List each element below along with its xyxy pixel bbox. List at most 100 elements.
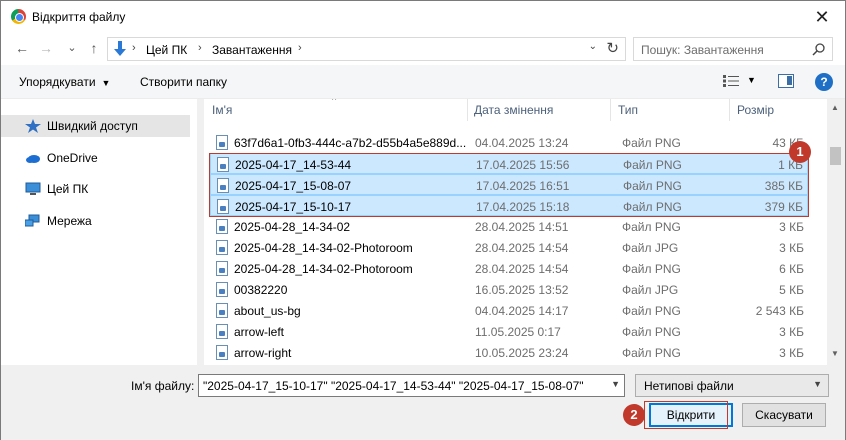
cloud-icon [26, 155, 40, 163]
open-button-highlight-outline [644, 401, 728, 429]
column-divider[interactable] [467, 99, 468, 121]
file-row[interactable]: 2025-04-28_14-34-02-Photoroom 28.04.2025… [210, 237, 808, 258]
download-arrow-icon [114, 41, 126, 56]
nav-item-label: Мережа [47, 214, 92, 228]
breadcrumb-this-pc[interactable]: Цей ПК [146, 43, 187, 57]
file-size: 3 КБ [779, 325, 804, 339]
nav-item-quick-access[interactable]: Швидкий доступ [1, 115, 190, 137]
file-name: 00382220 [234, 283, 288, 297]
scrollbar-thumb[interactable] [830, 147, 841, 165]
refresh-icon[interactable]: ↻ [606, 39, 619, 57]
file-size: 3 КБ [779, 220, 804, 234]
forward-button[interactable]: → [37, 39, 55, 57]
filename-value: "2025-04-17_15-10-17" "2025-04-17_14-53-… [203, 379, 584, 393]
back-button[interactable]: ← [13, 39, 31, 57]
filename-label: Ім'я файлу: [131, 379, 195, 393]
image-file-icon [216, 345, 228, 360]
chevron-right-icon[interactable]: › [132, 42, 136, 54]
chevron-right-icon[interactable]: › [198, 42, 202, 54]
file-type-filter[interactable]: Нетипові файли ▼ [635, 374, 829, 397]
nav-item-label: Цей ПК [47, 182, 89, 196]
organize-button[interactable]: Упорядкувати ▼ [19, 75, 110, 89]
file-size: 2 543 КБ [755, 304, 804, 318]
chevron-right-icon[interactable]: › [298, 42, 302, 54]
file-open-dialog: Відкриття файлу ✕ ← → ⌄ ↑ › Цей ПК › Зав… [0, 0, 846, 440]
file-row[interactable]: 63f7d6a1-0fb3-444c-a7b2-d55b4a5e889d... … [210, 132, 808, 153]
file-date: 16.05.2025 13:52 [475, 283, 569, 297]
nav-item-this-pc[interactable]: Цей ПК [1, 178, 197, 200]
column-header-type[interactable]: Тип [618, 103, 638, 117]
step-badge-1: 1 [789, 141, 811, 163]
column-headers: ^ Ім'я Дата змінення Тип Розмір [204, 99, 827, 121]
file-date: 28.04.2025 14:51 [475, 220, 569, 234]
step-badge-2: 2 [623, 404, 645, 426]
file-row[interactable]: 2025-04-28_14-34-02 28.04.2025 14:51 Фай… [210, 216, 808, 237]
chevron-down-icon[interactable]: ⌄ [589, 41, 597, 52]
file-date: 11.05.2025 0:17 [475, 325, 561, 339]
title-bar: Відкриття файлу ✕ [1, 1, 845, 33]
file-size: 5 КБ [779, 283, 804, 297]
preview-pane-icon[interactable] [778, 74, 794, 88]
selection-highlight-outline [209, 153, 809, 217]
file-date: 10.05.2025 23:24 [475, 346, 569, 360]
file-row[interactable]: 00382220 16.05.2025 13:52 Файл JPG 5 КБ [210, 279, 808, 300]
search-input[interactable]: Пошук: Завантаження [641, 43, 764, 57]
help-icon[interactable]: ? [815, 73, 833, 91]
column-header-name[interactable]: Ім'я [212, 103, 232, 117]
search-icon[interactable] [812, 42, 826, 56]
file-type: Файл PNG [622, 325, 681, 339]
network-icon [25, 214, 40, 227]
file-name: 2025-04-28_14-34-02-Photoroom [234, 241, 413, 255]
file-name: 2025-04-28_14-34-02-Photoroom [234, 262, 413, 276]
image-file-icon [216, 324, 228, 339]
vertical-scrollbar[interactable]: ▲ ▼ [827, 99, 844, 365]
navigation-pane: Швидкий доступ OneDrive Цей ПК Мережа [1, 99, 197, 365]
file-type: Файл PNG [622, 304, 681, 318]
file-date: 28.04.2025 14:54 [475, 262, 569, 276]
address-bar[interactable]: › Цей ПК › Завантаження › ⌄ ↻ [107, 37, 626, 61]
image-file-icon [216, 240, 228, 255]
file-name: about_us-bg [234, 304, 301, 318]
file-name: arrow-right [234, 346, 292, 360]
file-name: arrow-left [234, 325, 285, 339]
search-box[interactable]: Пошук: Завантаження [633, 37, 833, 61]
address-row: ← → ⌄ ↑ › Цей ПК › Завантаження › ⌄ ↻ По… [1, 33, 845, 65]
caret-down-icon[interactable]: ▼ [747, 75, 756, 85]
command-bar: Упорядкувати ▼ Створити папку ▼ ? [1, 65, 845, 99]
column-divider[interactable] [729, 99, 730, 121]
file-type: Файл PNG [622, 136, 681, 150]
file-row[interactable]: arrow-right 10.05.2025 23:24 Файл PNG 3 … [210, 342, 808, 363]
up-button[interactable]: ↑ [85, 39, 103, 57]
file-name: 63f7d6a1-0fb3-444c-a7b2-d55b4a5e889d... [234, 136, 467, 150]
file-type: Файл JPG [622, 241, 679, 255]
computer-icon [25, 182, 41, 195]
nav-item-onedrive[interactable]: OneDrive [1, 147, 197, 169]
file-type: Файл PNG [622, 262, 681, 276]
nav-item-network[interactable]: Мережа [1, 210, 197, 232]
chrome-icon [11, 9, 26, 24]
close-button[interactable]: ✕ [807, 5, 837, 29]
chevron-down-icon[interactable]: ▼ [813, 379, 822, 389]
file-row[interactable]: about_us-bg 04.04.2025 14:17 Файл PNG 2 … [210, 300, 808, 321]
chevron-down-icon[interactable]: ▼ [611, 379, 620, 389]
view-options-icon[interactable] [723, 75, 739, 87]
column-header-date[interactable]: Дата змінення [474, 103, 553, 117]
image-file-icon [216, 303, 228, 318]
file-size: 3 КБ [779, 241, 804, 255]
window-title: Відкриття файлу [32, 10, 126, 24]
scroll-down-arrow-icon[interactable]: ▼ [831, 349, 839, 358]
new-folder-button[interactable]: Створити папку [140, 75, 227, 89]
cancel-button[interactable]: Скасувати [742, 403, 826, 427]
breadcrumb-downloads[interactable]: Завантаження [212, 43, 292, 57]
column-header-size[interactable]: Розмір [737, 103, 774, 117]
image-file-icon [216, 261, 228, 276]
sort-ascending-icon: ^ [332, 99, 337, 105]
column-divider[interactable] [610, 99, 611, 121]
file-row[interactable]: arrow-left 11.05.2025 0:17 Файл PNG 3 КБ [210, 321, 808, 342]
file-row[interactable]: 2025-04-28_14-34-02-Photoroom 28.04.2025… [210, 258, 808, 279]
recent-locations-button[interactable]: ⌄ [63, 39, 81, 57]
nav-item-label: Швидкий доступ [47, 119, 138, 133]
scroll-up-arrow-icon[interactable]: ▲ [831, 103, 839, 112]
filename-input[interactable]: "2025-04-17_15-10-17" "2025-04-17_14-53-… [198, 374, 625, 397]
file-name: 2025-04-28_14-34-02 [234, 220, 351, 234]
